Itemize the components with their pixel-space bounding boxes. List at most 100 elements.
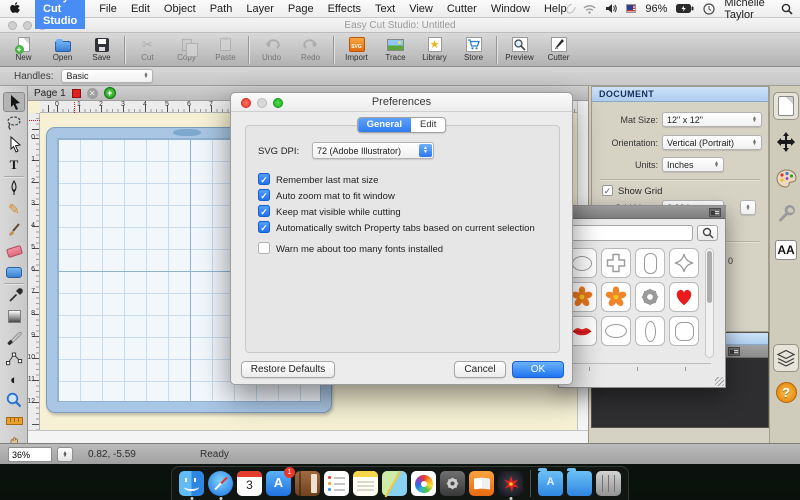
toolbar-library-button[interactable]: ★ Library	[415, 35, 454, 66]
menu-help[interactable]: Help	[544, 3, 567, 15]
menu-view[interactable]: View	[409, 3, 433, 15]
orientation-select[interactable]: Vertical (Portrait) ▲▼	[662, 135, 762, 150]
tool-measure[interactable]	[3, 411, 25, 431]
tool-lasso[interactable]	[3, 113, 25, 133]
menu-cutter[interactable]: Cutter	[447, 3, 477, 15]
checkbox-auto-switch-tabs[interactable]: ✓	[258, 221, 270, 233]
tab-edit[interactable]: Edit	[411, 118, 445, 132]
ok-button[interactable]: OK	[512, 361, 564, 378]
shapes-search-input[interactable]	[567, 225, 693, 241]
tool-knife[interactable]	[3, 327, 25, 347]
menu-page[interactable]: Page	[288, 3, 314, 15]
panel-tab-position[interactable]	[773, 128, 799, 156]
shapes-scrollbar-thumb[interactable]	[707, 251, 712, 303]
shapes-window-title-bar[interactable]	[559, 206, 725, 219]
toolbar-open-button[interactable]: Open	[43, 35, 82, 66]
panel-tab-fonts[interactable]: AA	[773, 236, 799, 264]
dock-system-preferences[interactable]	[440, 471, 465, 496]
show-grid-checkbox[interactable]: ✓	[602, 185, 613, 196]
tool-gradient[interactable]	[3, 306, 25, 326]
dialog-minimize-button[interactable]	[257, 98, 267, 108]
tab-general[interactable]: General	[358, 118, 411, 132]
shape-tile-cross[interactable]	[601, 248, 631, 278]
zoom-level-input[interactable]	[8, 447, 52, 462]
dock-easy-cut-studio[interactable]	[498, 471, 523, 496]
handles-select[interactable]: Basic ▲▼	[61, 69, 153, 83]
tool-shapes[interactable]	[3, 262, 25, 282]
checkbox-warn-fonts[interactable]	[258, 242, 270, 254]
zoom-stepper[interactable]: ▲▼	[57, 447, 73, 462]
checkbox-remember-mat-size[interactable]: ✓	[258, 173, 270, 185]
input-source-flag-icon[interactable]	[626, 4, 636, 13]
menu-app-name[interactable]: Easy Cut Studio	[35, 0, 85, 29]
dialog-close-button[interactable]	[241, 98, 251, 108]
clock-icon[interactable]	[703, 3, 715, 15]
panel-options-icon[interactable]	[728, 347, 740, 356]
battery-icon[interactable]	[676, 4, 694, 13]
menu-text[interactable]: Text	[375, 3, 395, 15]
toolbar-undo-button[interactable]: Undo	[252, 35, 291, 66]
tool-eyedropper[interactable]	[3, 285, 25, 305]
shape-tile-narrow-oval[interactable]	[635, 316, 665, 346]
volume-icon[interactable]	[605, 3, 617, 14]
toolbar-redo-button[interactable]: Redo	[291, 35, 330, 66]
dock-app-store[interactable]: A 1	[266, 471, 291, 496]
panel-options-icon[interactable]	[709, 208, 721, 217]
page-tab-label[interactable]: Page 1	[34, 88, 66, 99]
panel-tab-style[interactable]	[773, 164, 799, 192]
units-select[interactable]: Inches ▲▼	[662, 157, 724, 172]
tool-pen[interactable]	[3, 178, 25, 198]
menu-effects[interactable]: Effects	[328, 3, 361, 15]
canvas-horizontal-scrollbar[interactable]	[28, 430, 588, 443]
cancel-button[interactable]: Cancel	[454, 361, 506, 378]
dock-finder[interactable]	[179, 471, 204, 496]
preferences-title-bar[interactable]: Preferences	[231, 93, 572, 112]
menu-edit[interactable]: Edit	[131, 3, 150, 15]
svg-dpi-select[interactable]: 72 (Adobe Illustrator) ▲▼	[312, 142, 434, 159]
menu-user-name[interactable]: Michelle Taylor	[724, 0, 772, 21]
toolbar-import-button[interactable]: SVG Import	[337, 35, 376, 66]
shape-tile-flower[interactable]	[601, 282, 631, 312]
restore-defaults-button[interactable]: Restore Defaults	[241, 361, 335, 378]
dock-maps[interactable]	[382, 471, 407, 496]
dock-notes[interactable]	[353, 471, 378, 496]
dock-calendar[interactable]: 3	[237, 471, 262, 496]
tool-invert-trace[interactable]: ◐	[3, 369, 25, 389]
help-button[interactable]: ?	[773, 378, 799, 406]
tool-brush[interactable]	[3, 220, 25, 240]
dock-documents-folder[interactable]	[567, 471, 592, 496]
toolbar-new-button[interactable]: + New	[4, 35, 43, 66]
tool-select[interactable]	[3, 92, 25, 112]
shape-tile-rounded-square[interactable]	[669, 316, 699, 346]
tool-pencil[interactable]: ✎	[3, 199, 25, 219]
dock-ibooks[interactable]	[469, 471, 494, 496]
mat-size-select[interactable]: 12" x 12" ▲▼	[662, 112, 762, 127]
wifi-icon[interactable]	[583, 4, 596, 14]
toolbar-copy-button[interactable]: Copy	[167, 35, 206, 66]
shapes-search-button[interactable]	[697, 225, 718, 241]
tool-eraser[interactable]	[3, 241, 25, 261]
toolbar-paste-button[interactable]: Paste	[206, 35, 245, 66]
menu-layer[interactable]: Layer	[246, 3, 274, 15]
dock-trash[interactable]	[596, 471, 621, 496]
apple-menu-icon[interactable]	[10, 2, 21, 15]
tool-text[interactable]: T	[3, 155, 25, 175]
toolbar-cutter-button[interactable]: Cutter	[539, 35, 578, 66]
dock-contacts[interactable]	[295, 471, 320, 496]
tool-node-edit[interactable]	[3, 348, 25, 368]
shape-tile-diamond-star[interactable]	[669, 248, 699, 278]
menu-path[interactable]: Path	[210, 3, 233, 15]
window-resize-grip[interactable]	[715, 377, 724, 386]
time-machine-icon[interactable]	[564, 2, 577, 16]
dock-reminders[interactable]	[324, 471, 349, 496]
toolbar-cut-button[interactable]: ✂ Cut	[128, 35, 167, 66]
shape-tile-rounded-rect[interactable]	[635, 248, 665, 278]
toolbar-preview-button[interactable]: Preview	[500, 35, 539, 66]
checkbox-auto-zoom-mat[interactable]: ✓	[258, 189, 270, 201]
page-close-icon[interactable]: ✕	[87, 88, 98, 99]
toolbar-save-button[interactable]: Save	[82, 35, 121, 66]
tool-direct-select[interactable]	[3, 134, 25, 154]
shapes-size-slider-track[interactable]	[569, 363, 711, 364]
panel-tab-tools[interactable]	[773, 200, 799, 228]
checkbox-keep-mat-visible[interactable]: ✓	[258, 205, 270, 217]
